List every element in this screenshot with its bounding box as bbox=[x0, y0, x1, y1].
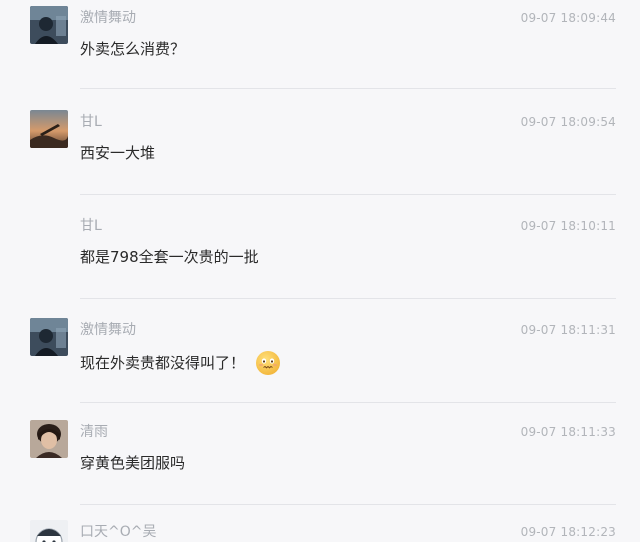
avatar[interactable] bbox=[30, 520, 68, 542]
comment-list: 激情舞动 09-07 18:09:44 外卖怎么消费？ 甘L 09-07 18:… bbox=[0, 0, 640, 542]
comment-item: 激情舞动 09-07 18:09:44 外卖怎么消费？ bbox=[0, 0, 640, 100]
comment-text-content: 外卖怎么消费？ bbox=[80, 40, 186, 58]
comment-text: 穿黄色美团服吗 bbox=[80, 452, 185, 474]
username[interactable]: 甘L bbox=[80, 216, 102, 236]
nervous-face-emoji bbox=[256, 351, 281, 375]
username[interactable]: 激情舞动 bbox=[80, 320, 136, 340]
comment-text-content: 都是798全套一次贵的一批 bbox=[80, 248, 259, 266]
divider bbox=[80, 298, 616, 299]
comment-item: 甘L 09-07 18:09:54 西安一大堆 bbox=[0, 104, 640, 204]
comment-text-content: 现在外卖贵都没得叫了！ bbox=[80, 354, 246, 372]
timestamp: 09-07 18:10:11 bbox=[520, 219, 616, 233]
username[interactable]: 激情舞动 bbox=[80, 8, 136, 28]
comment-item: 甘L 09-07 18:10:11 都是798全套一次贵的一批 bbox=[0, 208, 640, 308]
timestamp: 09-07 18:11:31 bbox=[520, 323, 616, 337]
comment-text: 现在外卖贵都没得叫了！ bbox=[80, 350, 281, 376]
avatar[interactable] bbox=[30, 318, 68, 356]
comment-item: 激情舞动 09-07 18:11:31 现在外卖贵都没得叫了！ bbox=[0, 312, 640, 412]
avatar[interactable] bbox=[30, 420, 68, 458]
username[interactable]: 清雨 bbox=[80, 422, 108, 442]
comment-text-content: 西安一大堆 bbox=[80, 144, 156, 162]
username[interactable]: 口天^O^吴 bbox=[80, 522, 156, 542]
divider bbox=[80, 88, 616, 89]
avatar[interactable] bbox=[30, 6, 68, 44]
comment-text: 外卖怎么消费？ bbox=[80, 38, 185, 60]
comment-item: 清雨 09-07 18:11:33 穿黄色美团服吗 bbox=[0, 414, 640, 514]
divider bbox=[80, 402, 616, 403]
username[interactable]: 甘L bbox=[80, 112, 102, 132]
timestamp: 09-07 18:11:33 bbox=[520, 425, 616, 439]
comment-item: 口天^O^吴 09-07 18:12:23 bbox=[0, 514, 640, 542]
comment-text: 都是798全套一次贵的一批 bbox=[80, 246, 259, 268]
comment-text: 西安一大堆 bbox=[80, 142, 155, 164]
divider bbox=[80, 504, 616, 505]
timestamp: 09-07 18:09:44 bbox=[520, 11, 616, 25]
timestamp: 09-07 18:12:23 bbox=[520, 525, 616, 539]
avatar[interactable] bbox=[30, 110, 68, 148]
timestamp: 09-07 18:09:54 bbox=[520, 115, 616, 129]
divider bbox=[80, 194, 616, 195]
comment-text-content: 穿黄色美团服吗 bbox=[80, 454, 186, 472]
